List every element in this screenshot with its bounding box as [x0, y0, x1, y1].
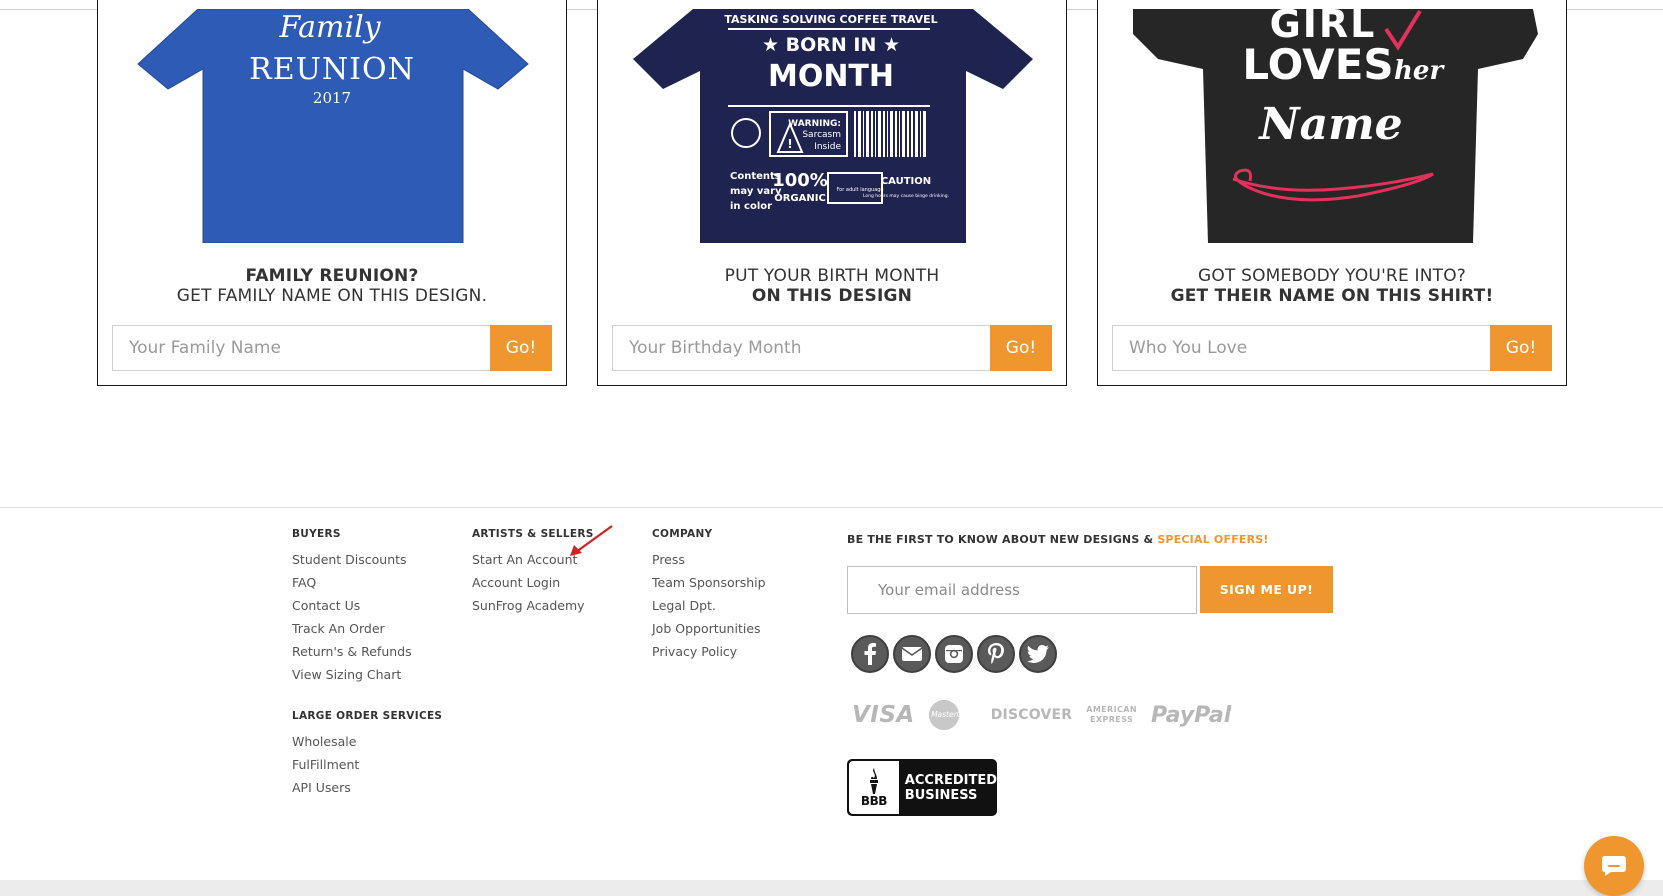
- footer-company-column: COMPANY Press Team Sponsorship Legal Dpt…: [652, 528, 766, 667]
- paypal-logo: PayPal: [1150, 702, 1232, 728]
- visa-logo: VISA: [852, 702, 915, 728]
- payment-methods: VISA MasterCard DISCOVER AMERICAN EXPRES…: [852, 700, 1231, 730]
- footer-link-jobs[interactable]: Job Opportunities: [652, 621, 766, 644]
- card-caption: GOT SOMEBODY YOU'RE INTO? GET THEIR NAME…: [1098, 266, 1566, 306]
- footer-large-order-title: LARGE ORDER SERVICES: [292, 710, 443, 722]
- discover-logo: DISCOVER: [990, 707, 1073, 723]
- card-caption-line2: GET THEIR NAME ON THIS SHIRT!: [1170, 286, 1494, 306]
- footer-buyers-column: BUYERS Student Discounts FAQ Contact Us …: [292, 528, 412, 690]
- footer-buyers-title: BUYERS: [292, 528, 341, 540]
- bottom-bar: [0, 880, 1663, 896]
- newsletter-heading: BE THE FIRST TO KNOW ABOUT NEW DESIGNS &…: [847, 533, 1269, 546]
- mastercard-logo: MasterCard: [928, 700, 977, 730]
- birth-month-go-button[interactable]: Go!: [990, 325, 1052, 371]
- svg-text:ORGANIC: ORGANIC: [774, 193, 826, 204]
- bbb-accredited-badge[interactable]: BBB ACCREDITED BUSINESS: [847, 759, 997, 816]
- family-name-go-button[interactable]: Go!: [490, 325, 552, 371]
- twitter-icon[interactable]: [1019, 635, 1057, 673]
- svg-text:2017: 2017: [313, 89, 351, 107]
- birth-month-input[interactable]: [612, 325, 990, 371]
- svg-text:TASKING SOLVING COFFEE T: TASKING SOLVING COFFEE TRAVEL: [724, 13, 937, 26]
- footer-link-legal[interactable]: Legal Dpt.: [652, 598, 766, 621]
- newsletter-heading-text: BE THE FIRST TO KNOW ABOUT NEW DESIGNS &: [847, 533, 1158, 546]
- svg-text:MONTH: MONTH: [768, 59, 894, 94]
- svg-text:Long hours may cause binge dri: Long hours may cause binge drinking.: [863, 193, 949, 199]
- sign-up-button[interactable]: SIGN ME UP!: [1200, 566, 1333, 613]
- svg-text:LOVES: LOVES: [1242, 40, 1393, 89]
- footer-link-contact-us[interactable]: Contact Us: [292, 598, 412, 621]
- svg-text:100%: 100%: [772, 170, 828, 191]
- svg-text:Inside: Inside: [814, 142, 841, 152]
- footer-link-returns-refunds[interactable]: Return's & Refunds: [292, 644, 412, 667]
- svg-text:REUNION: REUNION: [249, 52, 415, 87]
- svg-text:!: !: [787, 137, 792, 151]
- footer-divider: [0, 507, 1663, 508]
- footer-link-sizing-chart[interactable]: View Sizing Chart: [292, 667, 412, 690]
- svg-text:★ BORN IN ★: ★ BORN IN ★: [762, 34, 900, 56]
- product-card-birth-month: TASKING SOLVING COFFEE TRAVEL ★ BORN IN …: [597, 0, 1067, 386]
- footer-link-faq[interactable]: FAQ: [292, 575, 412, 598]
- shirt-image-family-reunion[interactable]: Family REUNION 2017: [98, 9, 568, 243]
- family-name-input[interactable]: [112, 325, 490, 371]
- footer-company-title: COMPANY: [652, 528, 713, 540]
- card-caption-line1: GOT SOMEBODY YOU'RE INTO?: [1197, 266, 1467, 286]
- svg-text:in color: in color: [730, 201, 772, 212]
- instagram-icon[interactable]: [935, 635, 973, 673]
- who-you-love-go-button[interactable]: Go!: [1490, 325, 1552, 371]
- svg-text:Sarcasm: Sarcasm: [802, 130, 841, 140]
- birth-month-form: Go!: [612, 325, 1052, 371]
- bbb-text: ACCREDITED BUSINESS: [904, 772, 997, 803]
- newsletter-form: SIGN ME UP!: [847, 566, 1333, 614]
- svg-text:Name: Name: [1257, 99, 1402, 150]
- shirt-image-girl-loves[interactable]: GIRL LOVES her Name: [1098, 9, 1568, 243]
- footer-link-api-users[interactable]: API Users: [292, 780, 442, 803]
- footer-link-fulfillment[interactable]: FulFillment: [292, 757, 442, 780]
- card-caption: PUT YOUR BIRTH MONTH ON THIS DESIGN: [598, 266, 1066, 306]
- card-caption-line2: GET FAMILY NAME ON THIS DESIGN.: [176, 286, 488, 306]
- shirt-image-birth-month[interactable]: TASKING SOLVING COFFEE TRAVEL ★ BORN IN …: [598, 9, 1068, 243]
- email-icon[interactable]: [893, 635, 931, 673]
- newsletter-email-input[interactable]: [847, 566, 1197, 614]
- bbb-logo: BBB: [849, 761, 899, 814]
- card-caption-line2: ON THIS DESIGN: [751, 286, 913, 306]
- footer-link-account-login[interactable]: Account Login: [472, 575, 594, 598]
- who-you-love-form: Go!: [1112, 325, 1552, 371]
- social-links: [851, 635, 1057, 673]
- facebook-icon[interactable]: [851, 635, 889, 673]
- svg-text:For adult language: For adult language: [836, 187, 883, 193]
- pinterest-icon[interactable]: [977, 635, 1015, 673]
- svg-text:Family: Family: [278, 10, 381, 45]
- chat-widget-button[interactable]: [1584, 836, 1644, 896]
- footer-link-wholesale[interactable]: Wholesale: [292, 734, 442, 757]
- svg-text:CAUTION: CAUTION: [881, 176, 931, 187]
- torch-icon: [869, 767, 878, 794]
- annotation-arrow-icon: [570, 525, 613, 556]
- family-name-form: Go!: [112, 325, 552, 371]
- who-you-love-input[interactable]: [1112, 325, 1490, 371]
- footer-link-privacy[interactable]: Privacy Policy: [652, 644, 766, 667]
- svg-text:her: her: [1394, 56, 1445, 86]
- footer-large-order-column: LARGE ORDER SERVICES Wholesale FulFillme…: [292, 710, 442, 803]
- svg-text:WARNING:: WARNING:: [788, 119, 841, 129]
- card-caption-line1: FAMILY REUNION?: [245, 266, 419, 286]
- footer-link-sunfrog-academy[interactable]: SunFrog Academy: [472, 598, 594, 621]
- product-card-family-reunion: Family REUNION 2017 FAMILY REUNION? GET …: [97, 0, 567, 386]
- footer-link-team-sponsorship[interactable]: Team Sponsorship: [652, 575, 766, 598]
- chat-icon: [1602, 856, 1626, 876]
- product-card-girl-loves: GIRL LOVES her Name GOT SOMEBODY YOU'RE …: [1097, 0, 1567, 386]
- footer-link-student-discounts[interactable]: Student Discounts: [292, 552, 412, 575]
- card-caption: FAMILY REUNION? GET FAMILY NAME ON THIS …: [98, 266, 566, 306]
- footer-link-press[interactable]: Press: [652, 552, 766, 575]
- amex-logo: AMERICAN EXPRESS: [1086, 705, 1137, 724]
- newsletter-heading-accent: SPECIAL OFFERS!: [1157, 533, 1269, 546]
- card-caption-line1: PUT YOUR BIRTH MONTH: [724, 266, 940, 286]
- footer-link-track-order[interactable]: Track An Order: [292, 621, 412, 644]
